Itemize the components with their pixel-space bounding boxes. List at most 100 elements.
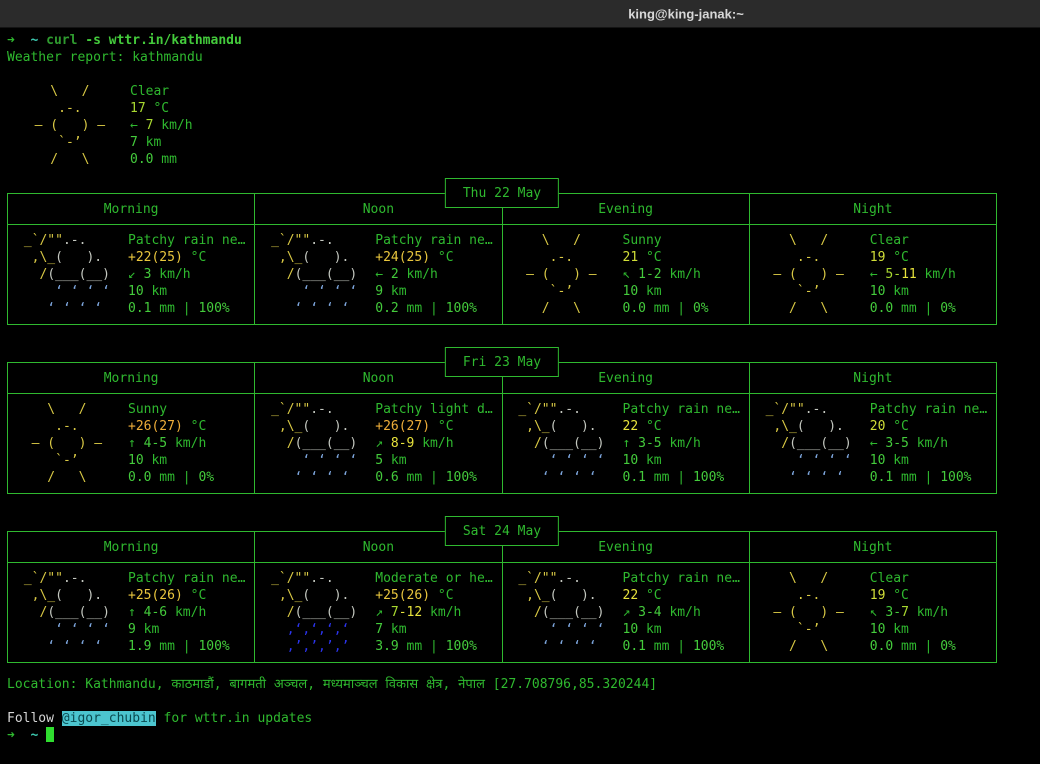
detail-row: 10 km: [623, 621, 740, 638]
art-row: /(___(__): [16, 604, 128, 621]
detail-row: 21 °C: [623, 249, 709, 266]
art-row: /(___(__): [263, 435, 375, 452]
art-row: `-’: [758, 621, 870, 638]
command-prompt-line: ➜ ~ curl -s wttr.in/kathmandu: [7, 32, 1040, 49]
art-row: ‘ ‘ ‘ ‘: [511, 469, 623, 486]
detail-row: 10 km: [128, 452, 214, 469]
art-row: \ /: [16, 401, 128, 418]
art-row: ‘ ‘ ‘ ‘: [16, 638, 128, 655]
forecast-cell-fri-noon: _`/"".-. ,\_( ). /(___(__) ‘ ‘ ‘ ‘ ‘ ‘ ‘…: [255, 394, 502, 493]
detail-row: ↗ 8-9 km/h: [375, 435, 492, 452]
blank-line: [7, 693, 1040, 710]
forecast-cell-row: \ / .-. – ( ) – `-’ / \Sunny+26(27) °C↑ …: [8, 394, 996, 493]
art-row: /(___(__): [263, 266, 375, 283]
detail-row: 3.9 mm | 100%: [375, 638, 492, 655]
detail-row: ↑ 4-6 km/h: [128, 604, 245, 621]
art-row: `-’: [16, 452, 128, 469]
art-row: ‘ ‘ ‘ ‘: [16, 300, 128, 317]
detail-row: 22 °C: [623, 418, 740, 435]
art-row: .-.: [19, 100, 130, 117]
art-row: .-.: [758, 249, 870, 266]
forecast-cell-thu-night: \ / .-. – ( ) – `-’ / \Clear19 °C← 5-11 …: [750, 225, 996, 324]
titlebar[interactable]: king@king-janak:~: [0, 0, 1040, 28]
detail-row: 0.0 mm | 0%: [128, 469, 214, 486]
art-row: / \: [16, 469, 128, 486]
forecast-cell-row: _`/"".-. ,\_( ). /(___(__) ‘ ‘ ‘ ‘ ‘ ‘ ‘…: [8, 225, 996, 324]
weather-sun-icon: \ / .-. – ( ) – `-’ / \: [8, 401, 128, 486]
detail-row: 5 km: [375, 452, 492, 469]
day-tab-sat: Sat 24 May: [445, 516, 559, 546]
art-row: _`/"".-.: [263, 570, 375, 587]
forecast-details: Patchy rain ne…22 °C↑ 3-5 km/h10 km0.1 m…: [623, 401, 740, 486]
forecast-details: Patchy rain ne…+25(26) °C↑ 4-6 km/h9 km1…: [128, 570, 245, 655]
detail-row: ← 3-5 km/h: [870, 435, 987, 452]
detail-row: +25(26) °C: [375, 587, 492, 604]
art-row: .-.: [758, 587, 870, 604]
follow-line: Follow @igor_chubin for wttr.in updates: [7, 710, 1040, 727]
forecast-table-thu: MorningNoonEveningNight _`/"".-. ,\_( ).…: [7, 193, 997, 325]
art-row: – ( ) –: [758, 266, 870, 283]
detail-row: Clear: [870, 570, 956, 587]
art-row: ,\_( ).: [263, 249, 375, 266]
art-row: /(___(__): [16, 266, 128, 283]
weather-sun-icon: \ / .-. – ( ) – `-’ / \: [750, 570, 870, 655]
detail-row: ↗ 7-12 km/h: [375, 604, 492, 621]
detail-row: ↙ 3 km/h: [128, 266, 245, 283]
period-header-morning: Morning: [8, 194, 255, 224]
terminal-screen[interactable]: ➜ ~ curl -s wttr.in/kathmandu Weather re…: [0, 28, 1040, 744]
titlebar-title: king@king-janak:~: [628, 6, 744, 21]
forecast-details: Patchy rain ne…20 °C← 3-5 km/h10 km0.1 m…: [870, 401, 987, 486]
art-row: /(___(__): [758, 435, 870, 452]
detail-row: ↗ 3-4 km/h: [623, 604, 740, 621]
art-row: _`/"".-.: [511, 570, 623, 587]
detail-row: +26(27) °C: [375, 418, 492, 435]
forecast-cell-fri-morning: \ / .-. – ( ) – `-’ / \Sunny+26(27) °C↑ …: [8, 394, 255, 493]
detail-row: Clear: [130, 83, 193, 100]
forecast-day-fri: Fri 23 MayMorningNoonEveningNight \ / .-…: [7, 347, 997, 494]
forecast-details: Sunny+26(27) °C↑ 4-5 km/h10 km0.0 mm | 0…: [128, 401, 214, 486]
art-row: \ /: [758, 232, 870, 249]
art-row: `-’: [19, 134, 130, 151]
art-row: /(___(__): [263, 604, 375, 621]
art-row: ‘ ‘ ‘ ‘: [511, 452, 623, 469]
detail-row: 19 °C: [870, 249, 956, 266]
detail-row: 10 km: [870, 452, 987, 469]
detail-row: 17 °C: [130, 100, 193, 117]
detail-row: 0.6 mm | 100%: [375, 469, 492, 486]
weather-sun-behind-rain-cloud-icon: _`/"".-. ,\_( ). /(___(__) ‘ ‘ ‘ ‘ ‘ ‘ ‘…: [255, 401, 375, 486]
art-row: _`/"".-.: [511, 401, 623, 418]
day-tab-thu: Thu 22 May: [445, 178, 559, 208]
detail-row: ← 5-11 km/h: [870, 266, 956, 283]
detail-row: 0.1 mm | 100%: [623, 469, 740, 486]
forecast-cell-sat-night: \ / .-. – ( ) – `-’ / \Clear19 °C↖ 3-7 k…: [750, 563, 996, 662]
detail-row: ↖ 1-2 km/h: [623, 266, 709, 283]
detail-row: Clear: [870, 232, 956, 249]
art-row: / \: [19, 151, 130, 168]
art-row: _`/"".-.: [758, 401, 870, 418]
forecast-cell-thu-morning: _`/"".-. ,\_( ). /(___(__) ‘ ‘ ‘ ‘ ‘ ‘ ‘…: [8, 225, 255, 324]
art-row: ,\_( ).: [16, 587, 128, 604]
follow-text: Follow: [7, 711, 62, 726]
detail-row: 10 km: [623, 452, 740, 469]
art-row: ‘ ‘ ‘ ‘: [758, 469, 870, 486]
art-row: – ( ) –: [758, 604, 870, 621]
detail-row: Sunny: [128, 401, 214, 418]
detail-row: 10 km: [128, 283, 245, 300]
art-row: ‘ ‘ ‘ ‘: [16, 283, 128, 300]
art-row: ‘ ‘ ‘ ‘: [263, 283, 375, 300]
forecast-days: Thu 22 MayMorningNoonEveningNight _`/"".…: [7, 178, 997, 663]
art-row: / \: [758, 638, 870, 655]
art-row: ‚’‚’‚’‚’: [263, 638, 375, 655]
detail-row: Sunny: [623, 232, 709, 249]
detail-row: ↑ 3-5 km/h: [623, 435, 740, 452]
detail-row: Patchy rain ne…: [623, 570, 740, 587]
current-weather-details: Clear17 °C← 7 km/h7 km0.0 mm: [130, 83, 193, 168]
detail-row: 9 km: [128, 621, 245, 638]
forecast-day-thu: Thu 22 MayMorningNoonEveningNight _`/"".…: [7, 178, 997, 325]
weather-sun-behind-rain-cloud-icon: _`/"".-. ,\_( ). /(___(__) ‘ ‘ ‘ ‘ ‘ ‘ ‘…: [503, 570, 623, 655]
weather-sun-behind-rain-cloud-icon: _`/"".-. ,\_( ). /(___(__) ‘ ‘ ‘ ‘ ‘ ‘ ‘…: [255, 232, 375, 317]
detail-row: 0.1 mm | 100%: [623, 638, 740, 655]
detail-row: 7 km: [130, 134, 193, 151]
forecast-details: Clear19 °C↖ 3-7 km/h10 km0.0 mm | 0%: [870, 570, 956, 655]
terminal-cursor: [46, 727, 54, 742]
